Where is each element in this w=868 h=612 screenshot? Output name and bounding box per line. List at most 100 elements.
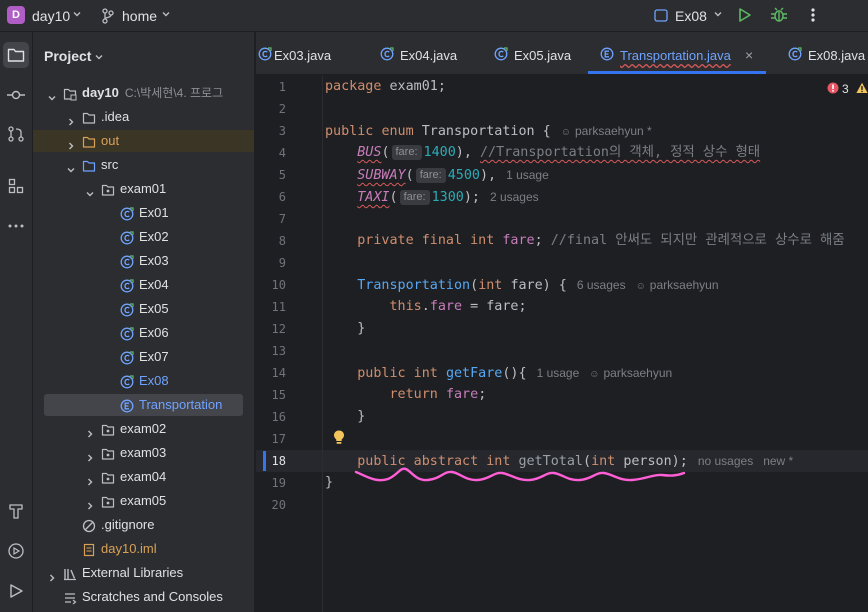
code-line-1[interactable]: package exam01;	[325, 76, 446, 98]
bulb-icon[interactable]	[332, 429, 346, 445]
chevron-right-icon[interactable]	[85, 472, 95, 486]
code-editor[interactable]: 1 2 3 4 5 6 7 8 9 10 11 12 13 14 15 16 17 18 19 20 3 packag…	[256, 76, 868, 612]
number-literal: 1400	[423, 145, 456, 160]
code-line-16[interactable]: }	[325, 406, 365, 428]
chevron-right-icon[interactable]	[85, 496, 95, 510]
chevron-down-icon[interactable]	[66, 160, 76, 173]
tree-item[interactable]: Scratches and Consoles	[33, 586, 254, 608]
line-number: 6	[278, 190, 286, 204]
tree-item-label: Transportation	[139, 394, 222, 416]
chevron-down-icon[interactable]	[713, 9, 723, 19]
tree-item[interactable]: Ex07	[33, 346, 254, 368]
tree-item[interactable]: src	[33, 154, 254, 176]
editor-tab[interactable]: Transportation.java ×	[588, 32, 766, 74]
line-number: 11	[271, 300, 286, 314]
usages-inlay[interactable]: 2 usages	[490, 190, 539, 204]
author-inlay[interactable]: parksaehyun *	[561, 124, 652, 138]
code-line-6[interactable]: TAXI(fare: 1300); 2 usages	[325, 186, 539, 208]
chevron-right-icon[interactable]	[85, 448, 95, 462]
usages-inlay[interactable]: 6 usages	[577, 278, 626, 292]
chevron-down-icon[interactable]	[161, 9, 171, 19]
tab-label: Transportation.java	[620, 48, 731, 63]
tree-item[interactable]: exam03	[33, 442, 254, 464]
field-name: fare	[445, 387, 479, 402]
chevron-down-icon[interactable]	[47, 88, 57, 101]
more-tool-windows-button[interactable]	[3, 213, 29, 239]
tree-item-label: Ex03	[139, 250, 169, 272]
run-tool-button[interactable]	[3, 578, 29, 604]
keyword: int	[478, 278, 503, 293]
code-line-4[interactable]: BUS(fare: 1400), //Transportation의 객체, 정적…	[325, 142, 760, 164]
close-tab-icon[interactable]: ×	[745, 47, 753, 63]
tree-item[interactable]: Ex06	[33, 322, 254, 344]
author-inlay[interactable]: parksaehyun	[636, 278, 719, 292]
code-line-10[interactable]: Transportation(int fare) {6 usagesparksa…	[325, 274, 719, 296]
chevron-down-icon[interactable]	[85, 184, 95, 197]
tree-item[interactable]: .idea	[33, 106, 254, 128]
tree-item[interactable]: day10.iml	[33, 538, 254, 560]
tree-item[interactable]: exam05	[33, 490, 254, 512]
project-name[interactable]: day10	[32, 8, 70, 24]
more-icon[interactable]	[810, 7, 816, 23]
author-inlay[interactable]: new *	[763, 454, 793, 468]
chevron-down-icon[interactable]	[94, 52, 104, 62]
tree-item[interactable]: Ex04	[33, 274, 254, 296]
project-tool-button[interactable]	[3, 42, 29, 68]
chevron-right-icon[interactable]	[66, 112, 76, 126]
editor-tab[interactable]: Ex08.java	[776, 32, 868, 74]
tree-item[interactable]: exam02	[33, 418, 254, 440]
structure-tool-button[interactable]	[3, 173, 29, 199]
tree-item[interactable]: Ex05	[33, 298, 254, 320]
editor-tab[interactable]: Ex04.java	[368, 32, 473, 74]
gutter-separator	[322, 76, 323, 612]
tree-item[interactable]: out	[33, 130, 254, 152]
tree-item[interactable]: day10 C:\박세현\4. 프로그	[33, 82, 254, 104]
tree-item-text: Ex02	[139, 229, 169, 244]
code-line-11[interactable]: this.fare = fare;	[325, 296, 527, 318]
debug-icon[interactable]	[770, 6, 788, 24]
code-text: (){	[502, 366, 527, 381]
editor-tab[interactable]: Ex05.java	[482, 32, 587, 74]
services-icon	[8, 543, 24, 559]
chevron-right-icon[interactable]	[85, 424, 95, 438]
keyword: public int	[357, 366, 438, 381]
tree-item-text: exam05	[120, 493, 167, 508]
package-icon	[101, 494, 115, 508]
tree-item[interactable]: Ex03	[33, 250, 254, 272]
code-line-8[interactable]: private final int fare; //final 안써도 되지만 …	[325, 230, 844, 252]
code-line-12[interactable]: }	[325, 318, 365, 340]
tree-item[interactable]: .gitignore	[33, 514, 254, 536]
line-number: 9	[278, 256, 286, 270]
chevron-right-icon[interactable]	[47, 568, 57, 582]
chevron-down-icon[interactable]	[72, 9, 82, 19]
run-icon[interactable]	[737, 7, 752, 23]
code-line-14[interactable]: public int getFare(){1 usage parksaehyun	[325, 362, 672, 384]
run-config-name[interactable]: Ex08	[675, 8, 707, 24]
tree-item[interactable]: External Libraries	[33, 562, 254, 584]
code-line-5[interactable]: SUBWAY(fare: 4500), 1 usage	[325, 164, 549, 186]
code-line-3[interactable]: public enum Transportation {parksaehyun …	[325, 120, 652, 142]
services-tool-button[interactable]	[3, 538, 29, 564]
tree-item[interactable]: Transportation	[44, 394, 243, 416]
tree-item[interactable]: Ex01	[33, 202, 254, 224]
tree-item[interactable]: exam01	[33, 178, 254, 200]
tree-item[interactable]: Ex02	[33, 226, 254, 248]
pull-requests-tool-button[interactable]	[3, 121, 29, 147]
branch-name[interactable]: home	[122, 8, 157, 24]
tree-item[interactable]: Ex08	[33, 370, 254, 392]
line-number: 17	[271, 432, 286, 446]
inspection-widget[interactable]: 3	[827, 82, 868, 96]
project-badge[interactable]: D	[7, 6, 25, 24]
editor-tab[interactable]: Ex03.java	[256, 32, 361, 74]
author-inlay[interactable]: parksaehyun	[589, 366, 672, 380]
commit-tool-button[interactable]	[3, 82, 29, 108]
usages-inlay[interactable]: 1 usage	[537, 366, 580, 380]
build-tool-button[interactable]	[3, 498, 29, 524]
chevron-right-icon[interactable]	[66, 136, 76, 150]
code-line-19[interactable]: }	[325, 472, 333, 494]
code-line-15[interactable]: return fare;	[325, 384, 487, 406]
class-icon	[120, 350, 134, 365]
tree-item[interactable]: exam04	[33, 466, 254, 488]
usages-inlay[interactable]: 1 usage	[506, 168, 549, 182]
usages-inlay[interactable]: no usages	[698, 454, 753, 468]
